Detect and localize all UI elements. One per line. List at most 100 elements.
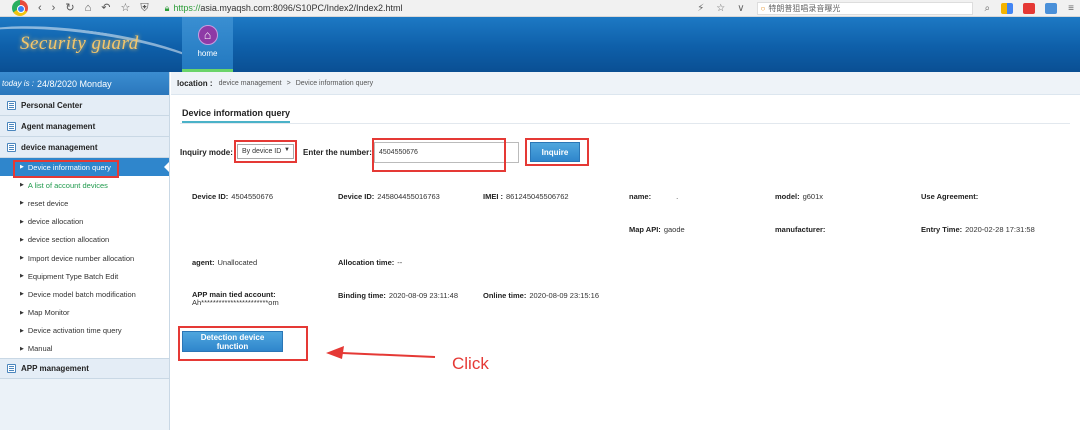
apps-icon[interactable] — [1001, 3, 1014, 14]
triangle-right-icon: ▶ — [20, 345, 24, 352]
forward-icon[interactable]: › — [52, 0, 56, 16]
home-tab-label: home — [197, 49, 218, 58]
highlight-box-detection — [178, 326, 308, 361]
sidebar-subitem-label: Device model batch modification — [27, 289, 136, 299]
lock-icon: 🔒︎ — [164, 2, 170, 13]
use-agreement-label: Use Agreement: — [921, 192, 979, 201]
app-account-value: Ah***********************om — [192, 298, 279, 307]
inquiry-mode-label: Inquiry mode: — [180, 148, 233, 157]
sidebar-subitem-label: device section allocation — [27, 235, 110, 245]
browser-search-input[interactable]: ○ 特朗普狙唱录音曝光 — [756, 2, 973, 15]
sidebar-item-personal-center[interactable]: Personal Center — [0, 95, 169, 116]
browser-toolbar: ‹ › ↻ ⌂ ↶ ☆ ⛨ 🔒︎ https://asia.myaqsh.com… — [0, 0, 1080, 17]
sidebar-subitem-import-device-number[interactable]: ▶ Import device number allocation — [0, 248, 169, 268]
sidebar-item-agent-management[interactable]: Agent management — [0, 116, 169, 137]
sidebar-subitem-manual[interactable]: ▶ Manual — [0, 339, 169, 359]
address-bar[interactable]: https://asia.myaqsh.com:8096/S10PC/Index… — [173, 3, 402, 13]
manufacturer-label: manufacturer: — [775, 225, 826, 234]
star-icon[interactable]: ☆ — [120, 0, 130, 16]
extension-icon[interactable] — [1045, 3, 1058, 14]
game-icon[interactable] — [1023, 3, 1036, 14]
binding-time-label: Binding time: — [338, 291, 386, 300]
sidebar-subitem-label: Manual — [27, 344, 53, 354]
sidebar-subitem-reset-device[interactable]: ▶ reset device — [0, 194, 169, 213]
device-id-2-label: Device ID: — [338, 192, 375, 201]
page-title: Device information query — [182, 108, 291, 123]
sidebar-subitem-label: Import device number allocation — [27, 253, 135, 263]
map-api: Map API: gaode — [629, 225, 685, 234]
url-protocol: https:// — [173, 3, 201, 13]
triangle-right-icon: ▶ — [20, 236, 24, 243]
sidebar-subitem-label: reset device — [27, 198, 69, 208]
use-agreement: Use Agreement: — [921, 192, 981, 201]
breadcrumb-label: location : — [177, 78, 213, 88]
agent-label: agent: — [192, 258, 215, 267]
device-id-1: Device ID: 4504550676 — [192, 192, 273, 201]
name-value: . — [676, 192, 679, 201]
agent: agent: Unallocated — [192, 258, 257, 267]
lightning-icon[interactable]: ⚡︎ — [697, 3, 704, 14]
entry-time-value: 2020-02-28 17:31:58 — [965, 225, 1035, 234]
device-model: model: g601x — [775, 192, 823, 201]
sidebar-item-label: Personal Center — [21, 100, 83, 110]
search-icon[interactable]: ⌕ — [985, 3, 991, 14]
triangle-right-icon: ▶ — [20, 255, 24, 262]
online-time-label: Online time: — [483, 291, 527, 300]
entry-time: Entry Time: 2020-02-28 17:31:58 — [921, 225, 1035, 234]
device-id-1-label: Device ID: — [192, 192, 229, 201]
map-api-label: Map API: — [629, 225, 661, 234]
list-icon — [7, 100, 16, 110]
back-icon[interactable]: ‹ — [38, 0, 42, 16]
sidebar-subitem-label: Device activation time query — [27, 326, 122, 336]
sidebar-subitem-map-monitor[interactable]: ▶ Map Monitor — [0, 303, 169, 322]
undo-icon[interactable]: ↶ — [101, 0, 110, 16]
triangle-right-icon: ▶ — [20, 291, 24, 298]
search-text: 特朗普狙唱录音曝光 — [768, 4, 841, 13]
sidebar: today is : 24/8/2020 Monday Personal Cen… — [0, 72, 170, 430]
edit-icon — [7, 364, 16, 374]
sidebar-item-device-management[interactable]: device management — [0, 137, 169, 158]
click-annotation: Click — [452, 354, 489, 373]
sidebar-subitem-device-model-batch[interactable]: ▶ Device model batch modification — [0, 285, 169, 304]
sidebar-subitem-device-allocation[interactable]: ▶ device allocation — [0, 212, 169, 231]
binding-time-value: 2020-08-09 23:11:48 — [388, 291, 459, 300]
list-icon — [7, 142, 16, 152]
highlight-box-number — [372, 138, 506, 172]
url-text: asia.myaqsh.com:8096/S10PC/Index2/Index2… — [200, 3, 403, 13]
date-bar: today is : 24/8/2020 Monday — [0, 72, 169, 95]
device-id-2: Device ID: 245804455016763 — [338, 192, 440, 201]
home-icon[interactable]: ⌂ — [85, 0, 92, 16]
highlight-box-mode — [234, 140, 297, 163]
sidebar-item-label: APP management — [21, 364, 89, 374]
sidebar-subitem-label: device allocation — [27, 217, 84, 227]
sidebar-subitem-equipment-type-batch-edit[interactable]: ▶ Equipment Type Batch Edit — [0, 267, 169, 286]
reload-icon[interactable]: ↻ — [65, 0, 74, 16]
menu-icon[interactable]: ≡ — [1068, 3, 1074, 14]
allocation-time-value: -- — [397, 258, 403, 267]
online-time: Online time: 2020-08-09 23:15:16 — [483, 291, 599, 300]
allocation-time-label: Allocation time: — [338, 258, 395, 267]
shield-icon: ⛨ — [140, 2, 149, 14]
manufacturer: manufacturer: — [775, 225, 828, 234]
list-icon — [7, 121, 16, 131]
sidebar-subitem-label: Equipment Type Batch Edit — [27, 271, 119, 281]
sidebar-subitem-activation-time-query[interactable]: ▶ Device activation time query — [0, 321, 169, 340]
sidebar-subitem-device-section-allocation[interactable]: ▶ device section allocation — [0, 230, 169, 249]
title-divider — [180, 123, 1070, 124]
triangle-right-icon: ▶ — [20, 327, 24, 334]
red-arrow-annotation — [326, 346, 436, 359]
name-label: name: — [629, 192, 652, 201]
breadcrumb-item-device-management[interactable]: device management — [219, 80, 282, 87]
sidebar-item-app-management[interactable]: APP management — [0, 358, 169, 380]
device-id-1-value: 4504550676 — [231, 192, 273, 201]
sidebar-subitem-account-devices[interactable]: ▶ A list of account devices — [0, 176, 169, 195]
bookmark-star-icon[interactable]: ☆ — [716, 3, 725, 14]
home-tab[interactable]: ⌂ home — [182, 17, 233, 72]
app-header: Security guard ⌂ home — [0, 17, 1080, 72]
sidebar-subitem-label: A list of account devices — [27, 180, 108, 190]
imei-value: 861245045506762 — [506, 192, 569, 201]
date-value: 24/8/2020 Monday — [37, 78, 112, 89]
chevron-down-icon[interactable]: ∨ — [737, 3, 744, 14]
device-name: name:. — [629, 192, 678, 201]
sidebar-item-label: device management — [21, 142, 98, 152]
